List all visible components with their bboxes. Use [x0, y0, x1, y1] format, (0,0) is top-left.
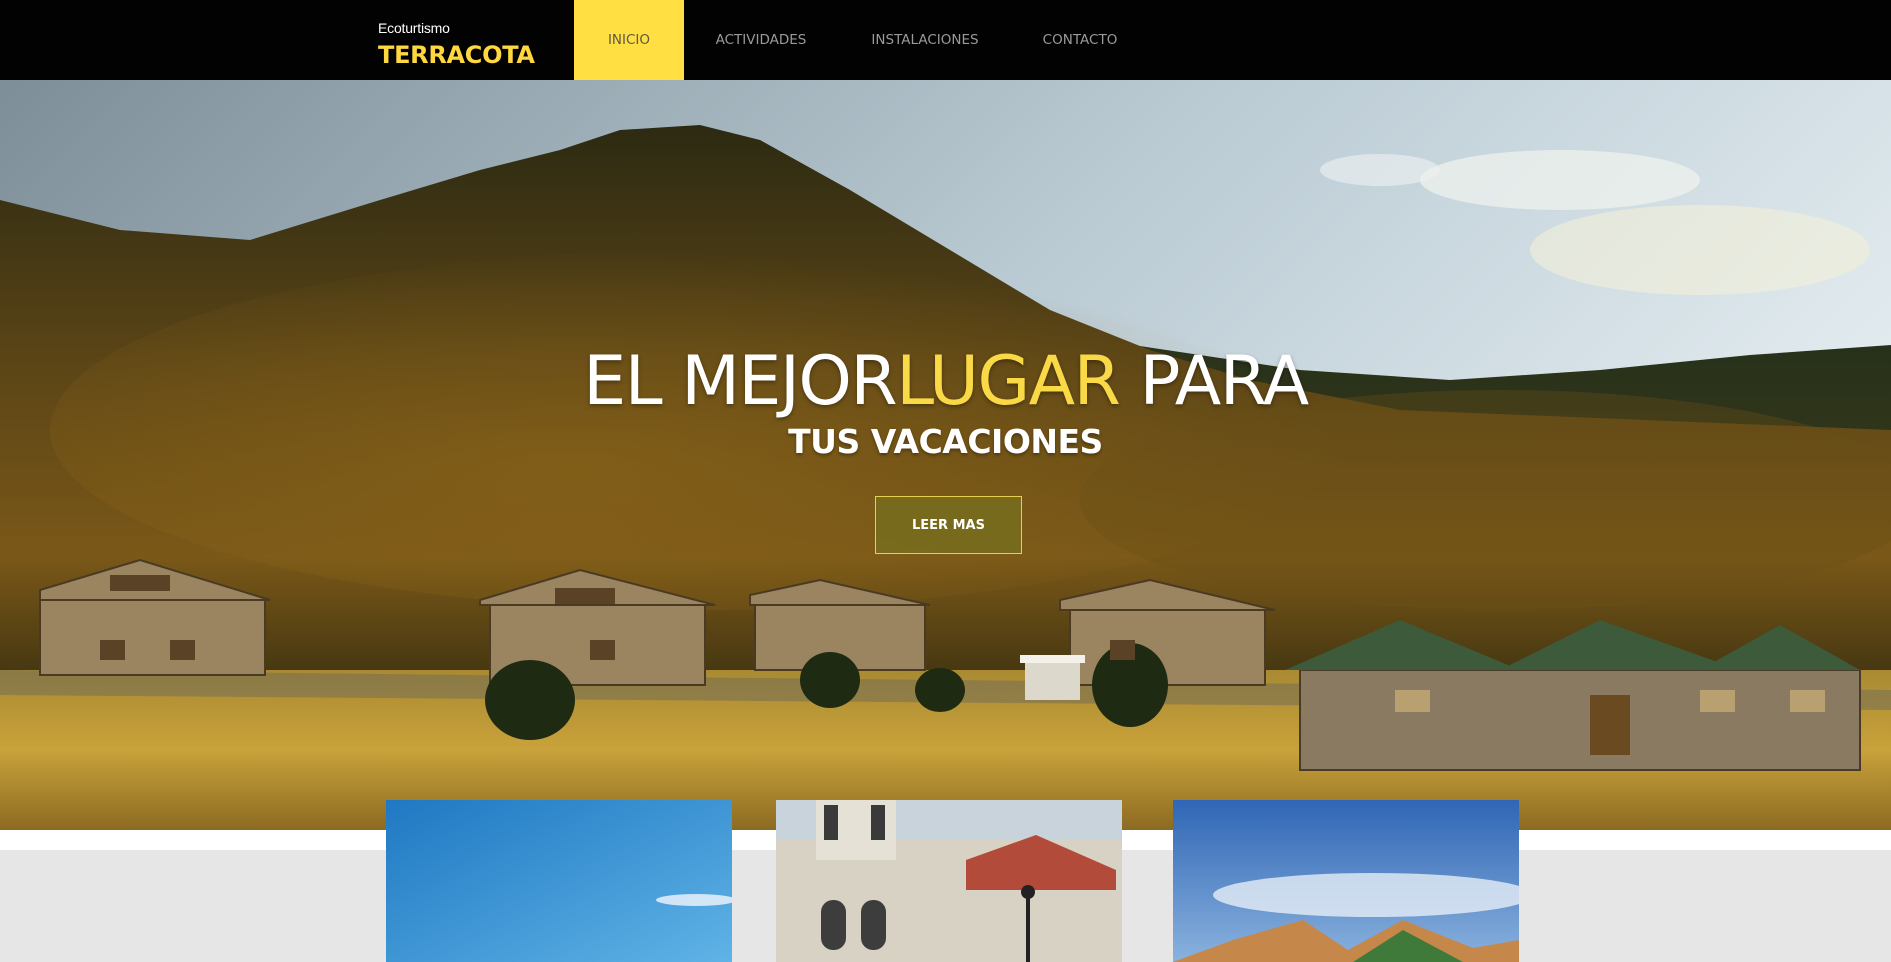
hero-banner: EL MEJORLUGAR PARA TUS VACACIONES LEER M…: [0, 80, 1891, 830]
read-more-button[interactable]: LEER MAS: [875, 496, 1022, 554]
colonial-building-photo: [776, 800, 1122, 962]
brand-name: TERRACOTA: [378, 41, 535, 69]
hero-title-part1: EL MEJOR: [583, 342, 897, 421]
nav-item-contacto[interactable]: CONTACTO: [1012, 0, 1148, 80]
hero-subtitle: TUS VACACIONES: [788, 422, 1103, 461]
gallery-card-building[interactable]: [776, 800, 1122, 962]
nav-item-inicio[interactable]: INICIO: [574, 0, 684, 80]
main-nav: INICIO ACTIVIDADES INSTALACIONES CONTACT…: [574, 0, 1148, 80]
nav-item-instalaciones[interactable]: INSTALACIONES: [838, 0, 1012, 80]
gallery-card-sky[interactable]: [386, 800, 732, 962]
hero-title: EL MEJORLUGAR PARA: [0, 342, 1891, 421]
brand-tagline: Ecoturtismo: [378, 20, 450, 36]
hero-title-highlight: LUGAR: [896, 342, 1121, 421]
cabin-photo: [1173, 800, 1519, 962]
gallery-card-cabin[interactable]: [1173, 800, 1519, 962]
hero-title-part2: PARA: [1119, 342, 1310, 421]
nav-item-actividades[interactable]: ACTIVIDADES: [684, 0, 838, 80]
sky-photo: [386, 800, 732, 962]
brand-logo[interactable]: Ecoturtismo TERRACOTA: [378, 20, 535, 69]
top-navigation-bar: Ecoturtismo TERRACOTA INICIO ACTIVIDADES…: [0, 0, 1891, 80]
